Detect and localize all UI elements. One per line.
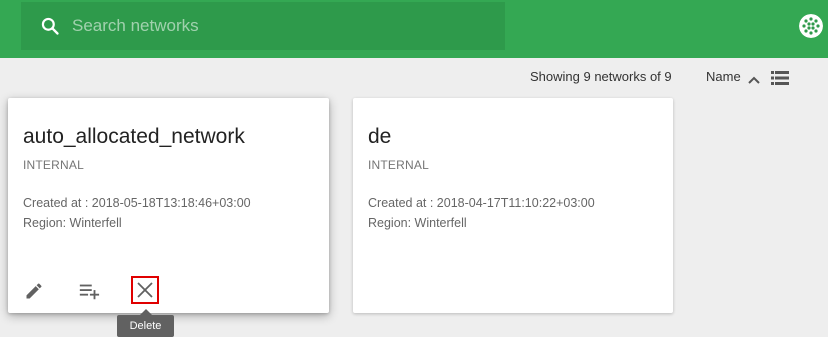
pencil-icon xyxy=(26,283,42,299)
network-name: auto_allocated_network xyxy=(23,125,245,148)
network-card[interactable]: de INTERNAL Created at : 2018-04-17T11:1… xyxy=(353,98,673,313)
top-app-bar xyxy=(0,0,828,58)
search-input[interactable] xyxy=(72,11,492,41)
list-view-icon[interactable] xyxy=(771,71,789,85)
search-icon xyxy=(38,14,62,38)
edit-button[interactable] xyxy=(22,279,46,303)
network-created-at: Created at : 2018-04-17T11:10:22+03:00 xyxy=(368,196,595,210)
network-type: INTERNAL xyxy=(23,158,84,172)
add-subnet-button[interactable] xyxy=(77,279,101,303)
chevron-up-icon[interactable] xyxy=(747,72,761,84)
close-icon xyxy=(137,282,153,298)
network-card[interactable]: auto_allocated_network INTERNAL Created … xyxy=(8,98,329,313)
delete-button[interactable] xyxy=(131,276,159,304)
network-type: INTERNAL xyxy=(368,158,429,172)
search-bar[interactable] xyxy=(21,2,505,50)
playlist-add-icon xyxy=(79,284,100,300)
user-avatar-icon[interactable] xyxy=(799,14,823,38)
network-region: Region: Winterfell xyxy=(368,216,467,230)
network-name: de xyxy=(368,125,392,148)
delete-tooltip: Delete xyxy=(117,315,174,337)
result-count: Showing 9 networks of 9 xyxy=(530,69,672,84)
network-region: Region: Winterfell xyxy=(23,216,122,230)
network-created-at: Created at : 2018-05-18T13:18:46+03:00 xyxy=(23,196,251,210)
list-toolbar: Showing 9 networks of 9 Name xyxy=(0,58,828,98)
sort-by-name-button[interactable]: Name xyxy=(706,69,741,84)
